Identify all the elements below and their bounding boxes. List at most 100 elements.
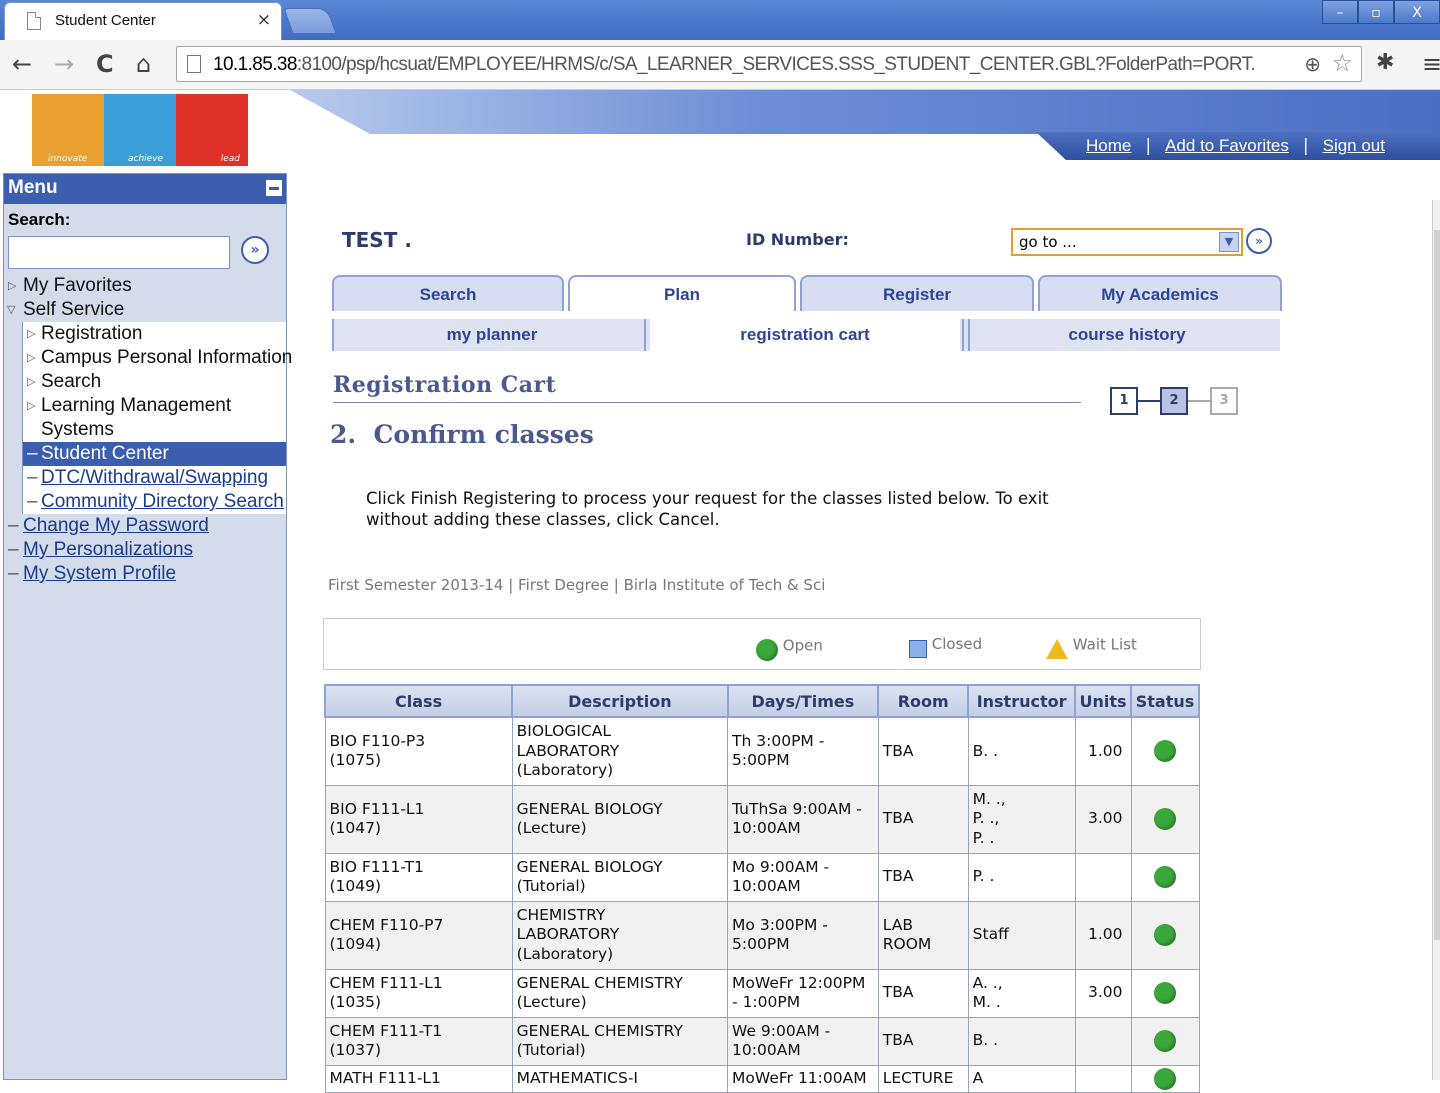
extension-puzzle-icon[interactable]: ✱ (1376, 50, 1394, 75)
new-tab-button[interactable] (283, 8, 337, 34)
subtab-registration-cart[interactable]: registration cart (650, 319, 960, 351)
menu-item-personalizations[interactable]: – My Personalizations (4, 538, 286, 562)
wait-list-status-icon (1046, 639, 1068, 659)
open-status-icon (1154, 982, 1176, 1004)
cell-room: TBA (877, 1016, 969, 1066)
minimize-button[interactable]: – (1322, 0, 1358, 24)
tab-search[interactable]: Search (332, 275, 564, 311)
cell-status (1130, 900, 1200, 970)
cell-units: 1.00 (1074, 716, 1132, 786)
home-icon[interactable]: ⌂ (136, 50, 151, 78)
triangle-right-icon: ▷ (27, 400, 36, 412)
scrollbar-thumb[interactable] (1434, 230, 1440, 940)
menu-search-label: Search: (8, 210, 71, 229)
open-status-icon (1154, 1067, 1176, 1090)
menu-search-input[interactable] (8, 236, 230, 269)
browser-menu-icon[interactable]: ≡ (1422, 50, 1440, 78)
cell-room: TBA (877, 716, 969, 786)
left-menu: Menu Search: » ▷ My Favorites ▽ Self Servi… (3, 173, 292, 1080)
column-header-instructor: Instructor (967, 684, 1077, 718)
page-title: Registration Cart (333, 372, 557, 398)
status-legend: Open Closed Wait List (323, 618, 1201, 670)
self-service-subpanel: ▷ Registration ▷ Campus Personal Informati… (22, 322, 292, 514)
goto-go-icon[interactable]: » (1246, 228, 1272, 254)
cell-status (1130, 968, 1200, 1018)
cell-units: 3.00 (1074, 968, 1132, 1018)
cell-class: BIO F111-T1 (1049) (324, 852, 513, 902)
menu-item-learning-management[interactable]: ▷ Learning Management (23, 394, 286, 418)
cell-units (1074, 1064, 1132, 1093)
table-row: CHEM F111-T1 (1037) GENERAL CHEMISTRY (Tuto… (324, 1016, 1200, 1066)
home-link[interactable]: Home (1086, 136, 1131, 156)
cell-description: MATHEMATICS-I (511, 1064, 729, 1093)
vertical-scrollbar[interactable] (1432, 200, 1440, 1080)
cell-room: TBA (877, 852, 969, 902)
step-3: 3 (1210, 387, 1238, 415)
legend-wait-list: Wait List (1046, 635, 1137, 659)
browser-tab[interactable]: Student Center × (4, 2, 282, 40)
header-banner (290, 90, 1440, 134)
subtab-course-history[interactable]: course history (974, 319, 1280, 351)
cell-description: GENERAL CHEMISTRY (Lecture) (511, 968, 729, 1018)
cell-instructor: A. ., M. . (967, 968, 1076, 1018)
menu-item-my-favorites[interactable]: ▷ My Favorites (4, 274, 286, 298)
cell-status (1130, 784, 1200, 854)
table-row: BIO F110-P3 (1075) BIOLOGICAL LABORATORY (La… (324, 716, 1200, 786)
address-bar[interactable]: 10.1.85.38:8100/psp/hcsuat/EMPLOYEE/HRMS… (176, 46, 1362, 82)
goto-select[interactable]: go to ... ▼ (1011, 228, 1243, 256)
zoom-icon[interactable]: ⊕ (1304, 52, 1321, 76)
menu-item-self-service[interactable]: ▽ Self Service (4, 298, 286, 322)
tab-register[interactable]: Register (800, 275, 1034, 311)
restore-button[interactable]: ▫ (1358, 0, 1394, 24)
main-content: TEST . ID Number: go to ... ▼ » Search P… (300, 200, 1430, 1093)
cell-description: GENERAL CHEMISTRY (Tutorial) (511, 1016, 729, 1066)
bookmark-star-icon[interactable]: ☆ (1331, 49, 1353, 77)
forward-arrow-icon[interactable]: → (54, 50, 74, 78)
cell-status (1130, 1064, 1200, 1093)
tab-my-academics[interactable]: My Academics (1038, 275, 1282, 311)
collapse-menu-icon[interactable] (265, 179, 283, 197)
url-text: 10.1.85.38:8100/psp/hcsuat/EMPLOYEE/HRMS… (213, 54, 1256, 75)
tab-close-icon[interactable]: × (257, 10, 271, 30)
add-to-favorites-link[interactable]: Add to Favorites (1165, 136, 1289, 156)
menu-item-learning-management-cont[interactable]: Systems (23, 418, 286, 442)
triangle-down-icon: ▽ (7, 304, 16, 316)
cell-class: MATH F111-L1 (324, 1064, 513, 1093)
column-header-class: Class (323, 684, 514, 718)
back-arrow-icon[interactable]: ← (12, 50, 32, 78)
open-status-icon (1154, 1030, 1176, 1052)
menu-item-change-password[interactable]: – Change My Password (4, 514, 286, 538)
table-row: CHEM F110-P7 (1094) CHEMISTRY LABORATORY (La… (324, 900, 1200, 970)
menu-item-system-profile[interactable]: – My System Profile (4, 562, 286, 586)
menu-item-community-directory[interactable]: – Community Directory Search (23, 490, 286, 514)
tab-title: Student Center (55, 12, 156, 29)
cell-instructor: B. . (967, 1016, 1076, 1066)
portal-header: innovate achieve lead Home | Add to Favo… (0, 90, 1440, 170)
cell-days-times: MoWeFr 12:00PM - 1:00PM (727, 968, 879, 1018)
menu-item-dtc-withdrawal[interactable]: – DTC/Withdrawal/Swapping (23, 466, 286, 490)
column-header-units: Units (1074, 684, 1132, 718)
closed-status-icon (909, 639, 927, 658)
chevron-down-icon: ▼ (1219, 232, 1239, 252)
cell-description: BIOLOGICAL LABORATORY (Laboratory) (511, 716, 729, 786)
menu-item-registration[interactable]: ▷ Registration (23, 322, 286, 346)
cell-class: CHEM F111-L1 (1035) (324, 968, 513, 1018)
reload-icon[interactable]: C (96, 50, 114, 78)
menu-search-go-icon[interactable]: » (241, 236, 269, 264)
menu-item-student-center[interactable]: – Student Center (23, 442, 286, 466)
cell-units (1074, 1016, 1132, 1066)
sign-out-link[interactable]: Sign out (1323, 136, 1385, 156)
menu-item-search[interactable]: ▷ Search (23, 370, 286, 394)
tab-plan[interactable]: Plan (568, 275, 796, 311)
triangle-right-icon: ▷ (8, 280, 17, 292)
triangle-right-icon: ▷ (27, 376, 36, 388)
cell-instructor: A (967, 1064, 1076, 1093)
menu-item-campus-personal-information[interactable]: ▷ Campus Personal Information (23, 346, 292, 370)
close-window-button[interactable]: X (1394, 0, 1440, 24)
subtab-my-planner[interactable]: my planner (342, 319, 642, 351)
cell-days-times: We 9:00AM -10:00AM (727, 1016, 879, 1066)
browser-toolbar: ← → C ⌂ 10.1.85.38:8100/psp/hcsuat/EMPLO… (0, 40, 1440, 90)
cell-units: 3.00 (1074, 784, 1132, 854)
column-header-status: Status (1130, 684, 1200, 718)
page-icon (187, 55, 201, 73)
